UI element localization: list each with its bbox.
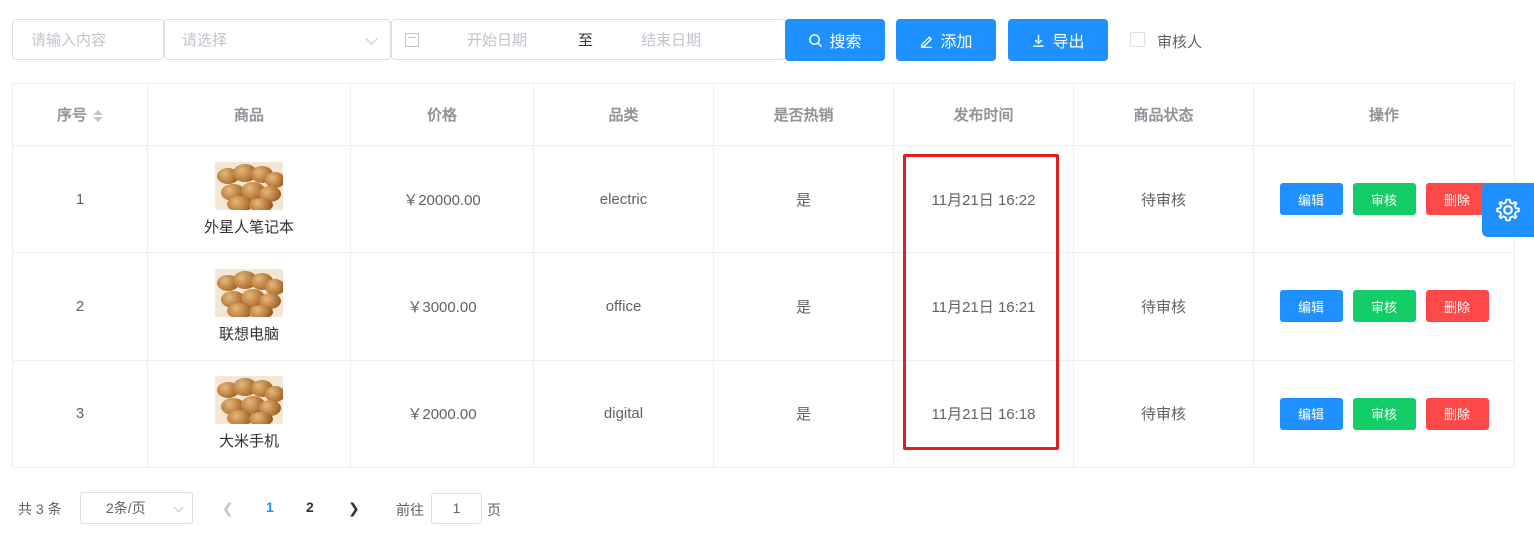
goto-label: 前往	[396, 502, 424, 518]
date-separator: 至	[578, 32, 594, 49]
edit-button[interactable]: 编辑	[1279, 397, 1343, 430]
product-image	[215, 161, 283, 210]
toolbar: 请输入内容 请选择 开始日期 至 结束日期 搜索 添加 导出 审核人	[12, 19, 1312, 61]
table-header: 序号 商品 价格 品类 是否热销 发布时间 商品状态 操作	[12, 83, 1515, 146]
page-suffix: 页	[487, 502, 501, 518]
cell-status: 待审核	[1073, 252, 1254, 361]
column-header-actions: 操作	[1253, 83, 1515, 146]
edit-button[interactable]: 编辑	[1279, 183, 1343, 216]
cell-category: digital	[533, 359, 714, 469]
cell-price: ￥20000.00	[350, 144, 534, 254]
audit-button[interactable]: 审核	[1352, 183, 1416, 216]
column-header-time: 发布时间	[893, 83, 1074, 146]
cell-index: 2	[12, 252, 148, 361]
edit-button[interactable]: 编辑	[1279, 290, 1343, 323]
keyword-placeholder: 请输入内容	[31, 32, 107, 49]
cell-hot: 是	[713, 252, 894, 361]
delete-button[interactable]: 删除	[1425, 397, 1489, 430]
product-image	[215, 268, 283, 317]
page-number-1[interactable]: 1	[266, 499, 274, 515]
cell-time: 11月21日 16:22	[893, 144, 1074, 254]
add-button[interactable]: 添加	[896, 19, 996, 61]
prev-page-button[interactable]: ❮	[222, 500, 234, 517]
search-label: 搜索	[829, 34, 862, 51]
column-header-status: 商品状态	[1073, 83, 1254, 146]
column-header-index[interactable]: 序号	[12, 83, 148, 146]
calendar-icon	[405, 33, 419, 47]
export-button[interactable]: 导出	[1008, 19, 1108, 61]
product-name: 联想电脑	[218, 325, 279, 343]
product-table: 序号 商品 价格 品类 是否热销 发布时间 商品状态 操作 1 外星人笔记本 ￥…	[12, 83, 1515, 469]
date-range-picker[interactable]: 开始日期 至 结束日期	[391, 19, 786, 60]
add-label: 添加	[940, 34, 973, 51]
search-button[interactable]: 搜索	[785, 19, 885, 61]
page-number-2[interactable]: 2	[306, 499, 314, 515]
chevron-down-icon	[173, 502, 184, 513]
keyword-input[interactable]: 请输入内容	[12, 19, 164, 60]
cell-time: 11月21日 16:18	[893, 359, 1074, 469]
export-label: 导出	[1052, 34, 1085, 51]
product-image	[215, 376, 283, 425]
cell-actions: 编辑 审核 删除	[1253, 144, 1515, 254]
cell-product: 联想电脑	[147, 252, 351, 361]
cell-index: 3	[12, 359, 148, 469]
cell-status: 待审核	[1073, 144, 1254, 254]
category-select[interactable]: 请选择	[164, 19, 391, 60]
edit-icon	[921, 35, 933, 48]
cell-hot: 是	[713, 144, 894, 254]
cell-hot: 是	[713, 359, 894, 469]
cell-category: office	[533, 252, 714, 361]
table-row: 3 大米手机 ￥2000.00 digital 是 11月21日 16:18 待…	[12, 359, 1515, 469]
column-label: 序号	[56, 107, 87, 124]
cell-actions: 编辑 审核 删除	[1253, 252, 1515, 361]
select-placeholder: 请选择	[182, 32, 228, 49]
goto-page-input[interactable]: 1	[431, 493, 482, 524]
table-row: 1 外星人笔记本 ￥20000.00 electric 是 11月21日 16:…	[12, 144, 1515, 254]
page-size-value: 2条/页	[106, 500, 146, 516]
search-icon	[809, 33, 823, 47]
pagination: 共 3 条 2条/页 ❮ 1 2 ❯ 前往 1 页	[18, 492, 618, 524]
cell-category: electric	[533, 144, 714, 254]
download-icon	[1033, 34, 1045, 47]
cell-price: ￥3000.00	[350, 252, 534, 361]
cell-product: 外星人笔记本	[147, 144, 351, 254]
gear-icon	[1496, 198, 1520, 222]
reviewer-label[interactable]: 审核人	[1157, 31, 1202, 52]
column-header-product: 商品	[147, 83, 351, 146]
column-header-hot: 是否热销	[713, 83, 894, 146]
next-page-button[interactable]: ❯	[348, 500, 360, 517]
delete-button[interactable]: 删除	[1425, 183, 1489, 216]
chevron-down-icon	[365, 32, 378, 45]
cell-price: ￥2000.00	[350, 359, 534, 469]
delete-button[interactable]: 删除	[1425, 290, 1489, 323]
cell-index: 1	[12, 144, 148, 254]
cell-time: 11月21日 16:21	[893, 252, 1074, 361]
audit-button[interactable]: 审核	[1352, 397, 1416, 430]
cell-actions: 编辑 审核 删除	[1253, 359, 1515, 469]
page-size-select[interactable]: 2条/页	[80, 492, 193, 524]
cell-product: 大米手机	[147, 359, 351, 469]
column-header-price: 价格	[350, 83, 534, 146]
column-header-category: 品类	[533, 83, 714, 146]
date-end-placeholder[interactable]: 结束日期	[641, 29, 701, 50]
audit-button[interactable]: 审核	[1352, 290, 1416, 323]
reviewer-checkbox[interactable]	[1130, 32, 1145, 47]
settings-button[interactable]	[1482, 183, 1534, 237]
table-row: 2 联想电脑 ￥3000.00 office 是 11月21日 16:21 待审…	[12, 252, 1515, 361]
product-name: 外星人笔记本	[203, 218, 294, 236]
pagination-total: 共 3 条	[18, 501, 62, 517]
cell-status: 待审核	[1073, 359, 1254, 469]
sort-icon[interactable]	[93, 110, 103, 123]
date-start-placeholder[interactable]: 开始日期	[467, 29, 527, 50]
product-name: 大米手机	[218, 433, 279, 451]
